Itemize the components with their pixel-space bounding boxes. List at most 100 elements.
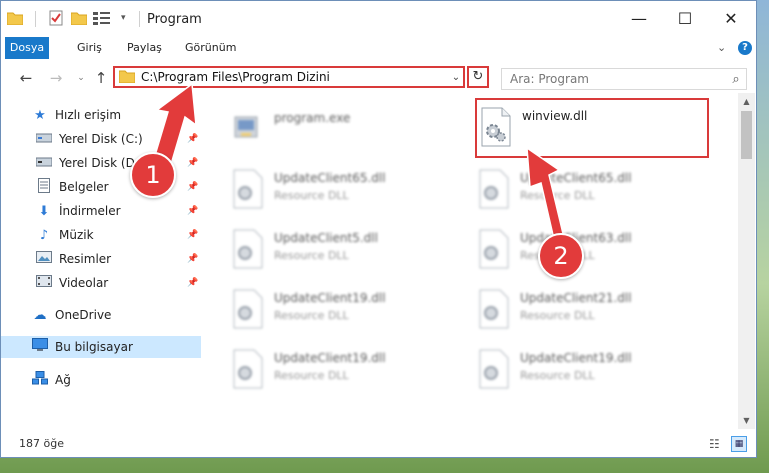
file-name: UpdateClient19.dll	[520, 351, 632, 365]
tab-view[interactable]: Görünüm	[179, 37, 242, 59]
tab-share[interactable]: Paylaş	[121, 37, 168, 59]
tab-home[interactable]: Giriş	[71, 37, 108, 59]
highlight-box	[475, 98, 709, 158]
pin-icon[interactable]: 📌	[187, 230, 198, 240]
folder-icon	[118, 69, 136, 86]
search-icon[interactable]: ⌕	[726, 72, 746, 87]
vertical-scrollbar[interactable]: ▲ ▼	[738, 93, 755, 429]
file-name: UpdateClient5.dll	[274, 231, 378, 245]
maximize-button[interactable]: ☐	[662, 1, 708, 35]
sidebar-item-this-pc[interactable]: Bu bilgisayar	[1, 336, 201, 358]
sidebar-item-label: Ağ	[55, 373, 71, 387]
address-path[interactable]: C:\Program Files\Program Dizini	[141, 70, 449, 84]
new-folder-icon[interactable]	[71, 9, 87, 27]
file-name: UpdateClient65.dll	[274, 171, 386, 185]
divider	[139, 11, 140, 27]
up-button[interactable]: ↑	[91, 67, 111, 89]
item-count: 187 öğe	[19, 437, 64, 450]
divider	[35, 11, 36, 27]
address-bar[interactable]: C:\Program Files\Program Dizini ⌄	[113, 66, 465, 88]
sidebar-item-label: Belgeler	[59, 180, 109, 194]
navigation-pane: ★ Hızlı erişim Yerel Disk (C:) 📌 Yerel D…	[1, 99, 203, 429]
pin-icon[interactable]: 📌	[187, 134, 198, 144]
file-type: Resource DLL	[274, 309, 349, 322]
sidebar-item-label: Bu bilgisayar	[55, 340, 133, 354]
dll-gear-icon	[477, 169, 509, 209]
navigation-bar: ← → ⌄ ↑ C:\Program Files\Program Dizini …	[1, 63, 756, 93]
details-view-icon[interactable]: ☷	[709, 437, 720, 451]
file-item[interactable]: UpdateClient19.dll Resource DLL	[477, 345, 717, 395]
sidebar-item-local-disk-c[interactable]: Yerel Disk (C:) 📌	[1, 128, 201, 150]
dll-gear-icon	[231, 289, 263, 329]
sidebar-item-pictures[interactable]: Resimler 📌	[1, 248, 201, 270]
scroll-down-icon[interactable]: ▼	[738, 416, 755, 425]
star-icon: ★	[34, 107, 46, 123]
file-type: Resource DLL	[274, 249, 349, 262]
expand-ribbon-icon[interactable]: ⌄	[717, 41, 726, 54]
step-badge-1: 1	[130, 152, 176, 198]
sidebar-item-onedrive[interactable]: ☁ OneDrive	[1, 304, 201, 326]
file-item[interactable]: UpdateClient19.dll Resource DLL	[231, 345, 471, 395]
network-icon	[31, 371, 49, 389]
minimize-button[interactable]: —	[616, 1, 662, 35]
file-item[interactable]: UpdateClient21.dll Resource DLL	[477, 285, 717, 335]
pin-icon[interactable]: 📌	[187, 254, 198, 264]
large-icons-view-icon[interactable]: ▦	[731, 436, 747, 452]
drive-icon	[35, 132, 53, 147]
tab-file[interactable]: Dosya	[5, 37, 49, 59]
sidebar-item-label: Hızlı erişim	[55, 108, 122, 122]
file-name: UpdateClient19.dll	[274, 291, 386, 305]
file-item[interactable]: UpdateClient65.dll Resource DLL	[477, 165, 717, 215]
search-box[interactable]: Ara: Program ⌕	[501, 68, 747, 90]
help-icon[interactable]: ?	[738, 41, 752, 55]
pin-icon[interactable]: 📌	[187, 278, 198, 288]
file-item[interactable]: UpdateClient19.dll Resource DLL	[231, 285, 471, 335]
customize-toolbar-icon[interactable]: ▾	[121, 9, 126, 27]
step-badge-2: 2	[538, 233, 584, 279]
computer-icon	[31, 338, 49, 356]
sidebar-item-videos[interactable]: Videolar 📌	[1, 272, 201, 294]
file-item[interactable]: UpdateClient63.dll Resource DLL	[477, 225, 717, 275]
folder-icon[interactable]	[7, 9, 23, 27]
file-type: Resource DLL	[274, 189, 349, 202]
file-name: program.exe	[274, 111, 351, 125]
exe-icon	[231, 109, 263, 147]
recent-locations-button[interactable]: ⌄	[71, 67, 91, 89]
file-name: UpdateClient19.dll	[274, 351, 386, 365]
pin-icon[interactable]: 📌	[187, 158, 198, 168]
sidebar-item-label: Resimler	[59, 252, 112, 266]
sidebar-item-label: Videolar	[59, 276, 109, 290]
scroll-thumb[interactable]	[741, 111, 752, 159]
status-bar: 187 öğe ☷ ▦	[1, 431, 756, 457]
title-bar: ▾ Program — ☐ ✕	[1, 1, 756, 35]
properties-icon[interactable]	[49, 9, 63, 27]
view-options-icon[interactable]	[93, 9, 111, 27]
sidebar-item-label: Yerel Disk (C:)	[59, 132, 143, 146]
file-item[interactable]: program.exe	[231, 105, 471, 155]
dll-gear-icon	[231, 349, 263, 389]
sidebar-item-downloads[interactable]: ⬇ İndirmeler 📌	[1, 200, 201, 222]
forward-button[interactable]: →	[46, 67, 66, 89]
file-type: Resource DLL	[274, 369, 349, 382]
sidebar-item-music[interactable]: ♪ Müzik 📌	[1, 224, 201, 246]
scroll-up-icon[interactable]: ▲	[738, 97, 755, 106]
sidebar-item-label: Müzik	[59, 228, 94, 242]
file-item[interactable]: UpdateClient65.dll Resource DLL	[231, 165, 471, 215]
sidebar-item-quick-access[interactable]: ★ Hızlı erişim	[1, 104, 201, 126]
dll-gear-icon	[477, 229, 509, 269]
pin-icon[interactable]: 📌	[187, 182, 198, 192]
back-button[interactable]: ←	[16, 67, 36, 89]
refresh-button[interactable]: ↻	[467, 66, 489, 88]
drive-icon	[35, 156, 53, 171]
chevron-down-icon[interactable]: ⌄	[449, 72, 463, 83]
dll-gear-icon	[477, 289, 509, 329]
music-icon: ♪	[39, 227, 49, 243]
file-item[interactable]: UpdateClient5.dll Resource DLL	[231, 225, 471, 275]
file-name: UpdateClient65.dll	[520, 171, 632, 185]
pin-icon[interactable]: 📌	[187, 206, 198, 216]
file-type: Resource DLL	[520, 369, 595, 382]
search-input[interactable]: Ara: Program	[502, 72, 726, 86]
close-button[interactable]: ✕	[708, 1, 754, 35]
cloud-icon: ☁	[33, 307, 47, 323]
sidebar-item-network[interactable]: Ağ	[1, 369, 201, 391]
